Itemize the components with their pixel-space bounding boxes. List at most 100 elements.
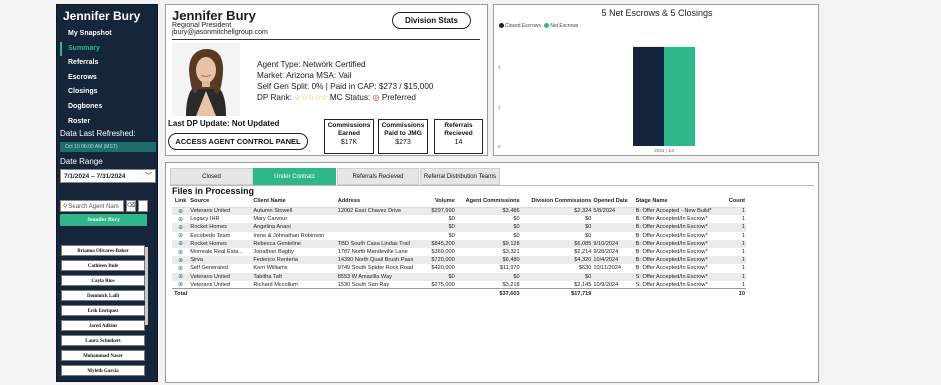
chain-link-icon[interactable]: ⊕ (178, 217, 183, 223)
sidebar-item-my-snapshot[interactable]: My Snapshot (60, 27, 156, 42)
column-header[interactable]: Stage Name (634, 196, 725, 208)
table-cell: TBD South Casa Lindas Trail (336, 239, 427, 248)
sidebar-item-escrows[interactable]: Escrows (60, 71, 156, 86)
chain-link-icon[interactable]: ⊕ (178, 258, 183, 264)
link-icon[interactable]: ⊕ (172, 215, 189, 223)
sidebar-item-summary[interactable]: Summary (60, 41, 156, 57)
agent-search-input[interactable]: ⚲Search Agent Nam (60, 200, 124, 212)
agent-list-item[interactable]: Brianna Olivares-Baker (61, 245, 145, 256)
table-cell: $0 (520, 272, 593, 281)
table-cell: 1 (741, 232, 745, 239)
division-stats-button[interactable]: Division Stats (392, 12, 471, 29)
sidebar-item-dogbones[interactable]: Dogbones (60, 100, 156, 115)
link-icon[interactable]: ⊕ (172, 223, 190, 232)
sidebar-item-roster[interactable]: Roster (60, 115, 156, 130)
chain-link-icon[interactable]: ⊕ (178, 209, 183, 215)
column-header[interactable]: Address (336, 196, 427, 208)
table-cell: Mary Carvour (253, 216, 288, 223)
chain-link-icon[interactable]: ⊕ (178, 250, 183, 256)
table-cell: B: Offer Accepted/In Escrow* (634, 223, 725, 232)
link-icon[interactable]: ⊕ (172, 239, 190, 248)
commissions-earned-box: Commissions Earned $17K (324, 119, 374, 154)
table-cell: $6,480 (455, 256, 521, 265)
table-cell (592, 223, 635, 232)
table-cell: Morreale Real Esta... (190, 249, 243, 256)
table-cell: Veterans United (189, 272, 253, 281)
table-row: ⊕ Rocket Homes Angelina Anani $0 $0 $0 B: Offe… (172, 223, 746, 232)
column-header[interactable]: Division Commissions (520, 196, 593, 208)
table-cell: $0 (513, 216, 520, 223)
date-range-dropdown[interactable]: 7/1/2024 – 7/31/2024 ﹀ (60, 169, 156, 183)
commissions-paid-label: Commissions Paid to JMG (381, 122, 425, 137)
tab-referrals-recieved[interactable]: Referrals Recieved (337, 168, 419, 185)
chain-link-icon[interactable]: ⊕ (178, 266, 183, 272)
table-cell: 1 (741, 216, 745, 223)
commissions-earned-label: Commissions Earned (327, 122, 371, 137)
agent-list-item[interactable]: Laura Schnikert (61, 335, 145, 346)
link-icon[interactable]: ⊕ (172, 232, 189, 240)
tab-under-contract[interactable]: Under Contract (253, 168, 336, 185)
table-cell (592, 215, 634, 223)
table-cell: 1 (741, 281, 745, 288)
bar-closed-escrows[interactable] (633, 46, 664, 147)
sidebar-item-closings[interactable]: Closings (60, 85, 156, 100)
agent-list-item[interactable]: Mohammad Naser (61, 350, 145, 361)
access-control-panel-button[interactable]: ACCESS AGENT CONTROL PANEL (168, 133, 308, 150)
table-cell: Kerri Williams (253, 265, 288, 272)
table-cell: 10/11/2024 (593, 265, 621, 272)
chain-link-icon[interactable]: ⊕ (178, 282, 183, 288)
table-cell: $420,000 (431, 265, 455, 272)
table-cell: $0 (448, 216, 455, 223)
table-cell: $4,320 (520, 256, 593, 265)
column-header[interactable]: Volume (426, 196, 456, 208)
column-header[interactable]: Count (724, 196, 746, 208)
table-cell (592, 272, 635, 281)
link-icon[interactable]: ⊕ (172, 281, 189, 289)
agent-list-item[interactable]: Dominick Lalli (61, 290, 145, 301)
link-icon[interactable]: ⊕ (172, 248, 189, 256)
link-icon[interactable]: ⊕ (172, 256, 190, 265)
selected-agent-button[interactable]: Jennifer Bury (60, 214, 147, 226)
agent-list-scrollbar[interactable] (145, 247, 148, 325)
chain-link-icon[interactable]: ⊕ (178, 241, 183, 247)
column-header[interactable]: Source (189, 196, 253, 208)
agent-market: Market: Arizona MSA: Vail (257, 71, 352, 80)
column-header[interactable]: Client Name (252, 196, 337, 208)
refresh-value: Oct 10 06:00 AM (MST) (60, 142, 156, 152)
agent-list-item[interactable]: Jared Adkins (61, 320, 145, 331)
table-cell: B: Offer Accepted/In Escrow* (635, 265, 708, 272)
table-cell (337, 232, 427, 240)
chain-link-icon[interactable]: ⊕ (178, 274, 183, 280)
total-cell (592, 288, 635, 298)
last-dp-update: Last DP Update: Not Updated (168, 119, 280, 128)
column-header[interactable]: Opened Date (592, 196, 635, 208)
chain-link-icon[interactable]: ⊕ (178, 225, 183, 231)
bar-net-escrows[interactable] (664, 46, 695, 147)
link-icon[interactable]: ⊕ (172, 272, 190, 281)
chain-link-icon[interactable]: ⊕ (178, 233, 183, 239)
table-cell: $2,324 (520, 207, 593, 216)
agent-list-item[interactable]: Erik Enriquez (61, 305, 145, 316)
table-cell: Autumn Stowell (252, 207, 337, 216)
clear-filter-button[interactable] (138, 200, 148, 212)
tab-closed[interactable]: Closed (170, 168, 253, 185)
table-cell: 1787 North Mandeville Lane (337, 249, 408, 256)
table-cell: $3,218 (502, 281, 520, 288)
agent-list-item[interactable]: Cathleen Itule (61, 260, 145, 271)
eraser-icon[interactable]: ⌫ (126, 200, 136, 212)
mc-status-label: MC Status: (329, 93, 371, 102)
sidebar-item-referrals[interactable]: Referrals (60, 56, 156, 71)
agent-list-item[interactable]: Cayla Rios (61, 275, 145, 286)
table-cell: $2,214 (574, 249, 592, 256)
table-cell: $0 (426, 223, 456, 232)
agent-list-item[interactable]: Myleth Garcia (61, 365, 145, 376)
tab-referral-distribution-teams[interactable]: Referral Distribution Teams (420, 168, 500, 185)
total-cell: 10 (724, 288, 746, 298)
column-header[interactable]: Agent Commissions (455, 196, 521, 208)
table-cell: 1 (724, 207, 746, 216)
link-icon[interactable]: ⊕ (172, 207, 190, 216)
search-icon: ⚲ (63, 204, 68, 210)
files-table: Link Source Client Name Address Volume Agent … (172, 196, 746, 298)
column-header[interactable]: Link (172, 196, 190, 208)
link-icon[interactable]: ⊕ (172, 264, 189, 272)
